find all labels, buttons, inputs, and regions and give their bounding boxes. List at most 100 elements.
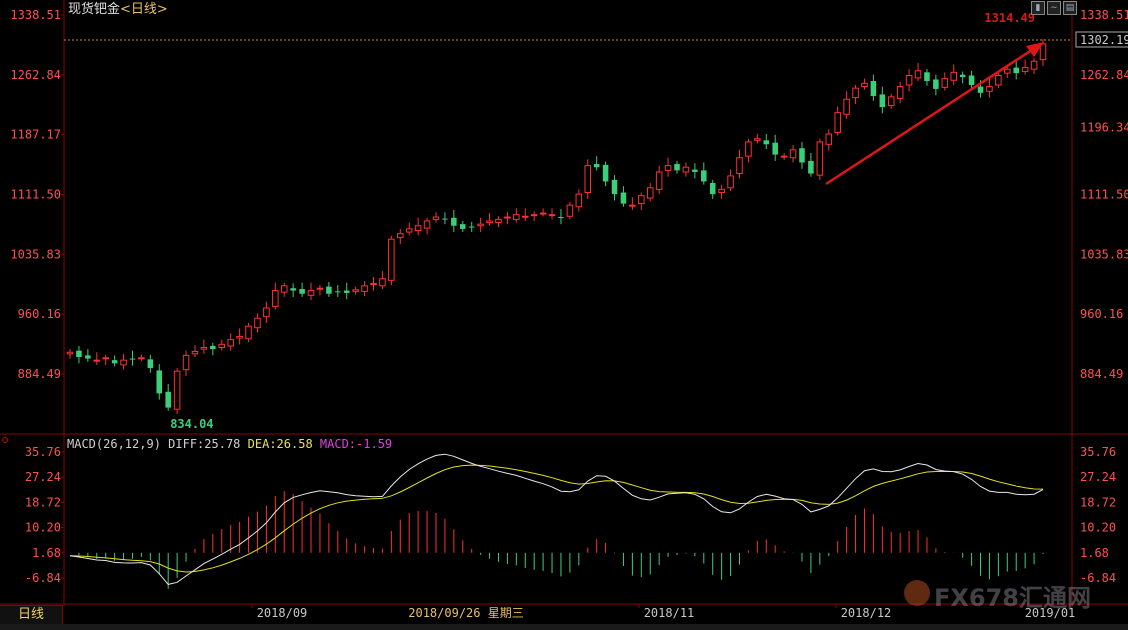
candle-body [593,164,600,168]
candle-body [780,155,788,158]
candle-body [307,290,315,296]
low-annotation: 834.04 [170,417,213,431]
candle-body [414,225,422,231]
candle-body [66,351,74,355]
y-tick-right: 884.49 [1080,367,1123,381]
high-annotation: 1314.49 [984,11,1035,25]
candle-body [709,183,716,195]
y-tick-left: 884.49 [18,367,61,381]
candle-body [423,220,431,229]
candle-body [968,75,975,85]
candle-body [896,86,904,99]
candle-body [986,86,993,92]
candle-body [602,164,609,182]
candle-body [558,217,564,219]
candle-body [442,218,448,220]
y-tick-left: 1262.84 [10,68,61,82]
line-type-icon[interactable]: ∼ [1047,1,1061,15]
candle-body [93,359,101,362]
macd-y-tick-left: 1.68 [32,546,61,560]
macd-y-tick-left: 10.20 [25,521,61,535]
candle-body [370,282,377,285]
candle-body [674,164,680,171]
candle-body [236,335,243,339]
candle-body [959,74,966,78]
candle-body [692,169,698,172]
candle-body [682,166,690,173]
candle-body [727,175,734,189]
candle-body [138,357,145,360]
candle-body [620,192,627,204]
candle-body [1004,68,1011,74]
trend-arrow-line [825,44,1039,186]
candle-body [343,290,350,293]
candle-body [210,345,216,350]
macd-y-tick-right: 10.20 [1080,521,1116,535]
y-tick-right: 1035.83 [1080,247,1128,261]
candle-body [102,357,109,360]
candle-body [941,78,949,88]
candle-body [1013,67,1019,74]
current-price-label: 1302.19 [1080,33,1128,47]
candle-body [995,74,1002,86]
diff-line [69,453,1044,585]
candle-body [977,86,984,93]
candle-body [887,96,895,107]
candle-body [745,141,752,157]
dea-line [69,464,1044,573]
candle-body [924,72,930,82]
candle-body [646,187,654,199]
candle-body [280,285,288,293]
macd-dea: DEA:26.58 [247,437,313,451]
candle-body [521,215,529,218]
macd-y-tick-right: 1.68 [1080,546,1109,560]
candle-body [664,165,672,171]
candle-body [763,140,770,145]
y-tick-left: 1035.83 [10,247,61,261]
candle-body [165,391,171,408]
tab-daily[interactable]: 日线 [0,605,63,624]
candle-body [477,223,484,227]
candle-body [879,94,886,108]
settings-icon[interactable]: ▤ [1063,1,1077,15]
candle-body [914,70,922,79]
candle-body [655,171,663,190]
instrument-name: 现货钯金 [68,2,121,17]
candle-body [852,87,859,99]
candle-body [245,325,252,340]
candle-body [432,216,440,220]
date-marker-label: 2018/09/26 星期三 [408,606,523,620]
candle-body [799,148,805,163]
candle-body [263,307,270,318]
candle-body [147,359,154,369]
macd-pane-icon [2,437,8,443]
y-tick-left: 1338.51 [10,8,61,22]
macd-y-tick-right: 18.72 [1080,495,1116,509]
candle-body [638,195,645,205]
macd-diff: DIFF:25.78 [168,437,241,451]
candle-body [326,286,332,294]
candle-body [85,355,91,359]
price-chart[interactable]: 884.49 884.49 960.16 960.16 1035.83 1035.83 11… [0,0,1128,630]
candle-body [316,287,324,290]
candle-body [120,359,127,366]
candle-body [182,354,190,371]
candle-body [566,204,574,217]
candle-body [468,226,475,228]
candle-body [816,141,824,176]
candle-body [611,179,618,195]
chart-title: 现货钯金<日线> [68,0,168,17]
macd-y-tick-left: 27.24 [25,470,61,484]
y-tick-right: 1111.50 [1080,188,1128,202]
macd-y-tick-left: -6.84 [25,571,61,585]
candle-body [584,165,592,194]
candle-body [950,71,958,81]
candle-body [1021,67,1029,73]
candle-body [460,224,466,229]
chart-type-icon[interactable]: ▮ [1031,1,1045,15]
candle-body [352,289,359,292]
candle-body [718,188,725,194]
candle-body [218,343,226,349]
candle-body [227,339,234,347]
period-label: <日线> [120,2,168,17]
